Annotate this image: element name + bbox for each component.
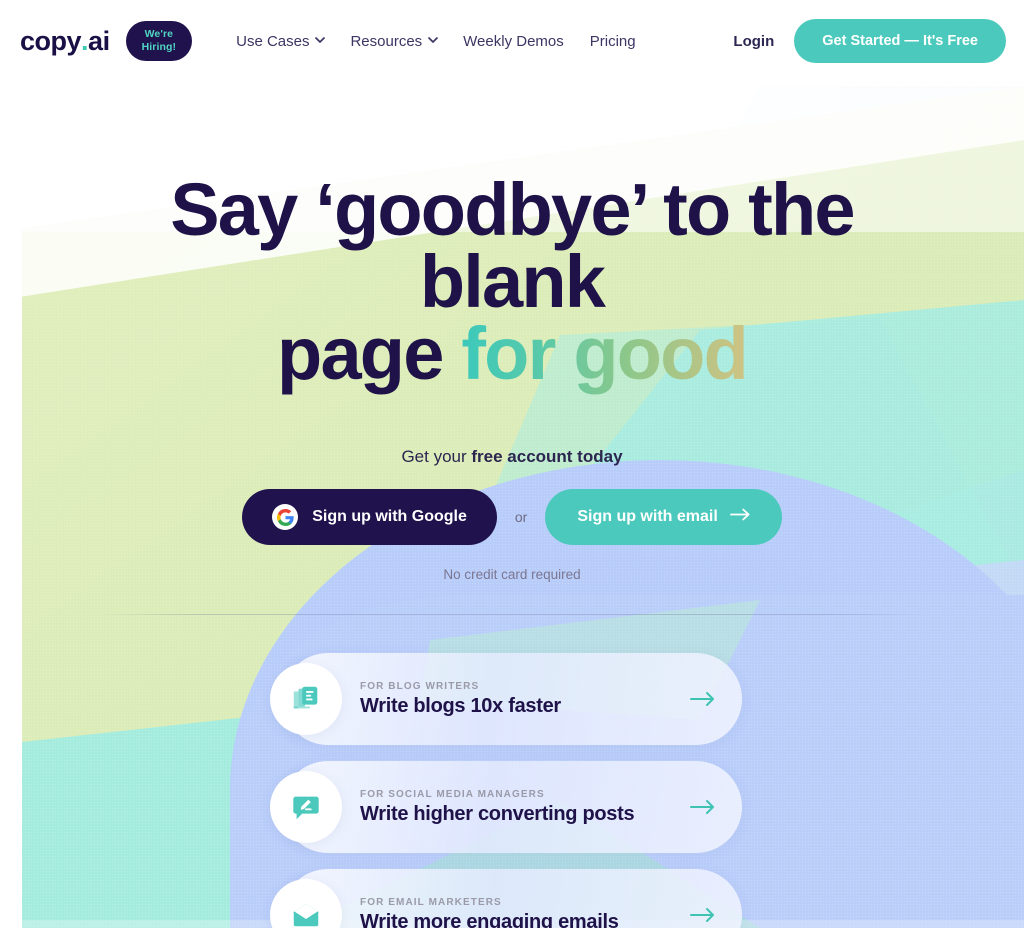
sign-up-with-email-button[interactable]: Sign up with email (545, 489, 782, 546)
card-text: FOR EMAIL MARKETERS Write more engaging … (360, 897, 690, 928)
arrow-right-icon (729, 508, 750, 526)
main-navigation: Use Cases Resources Weekly Demos Pricing (236, 33, 636, 50)
chat-pencil-icon (270, 771, 342, 844)
nav-item-use-cases[interactable]: Use Cases (236, 32, 326, 50)
nav-item-pricing[interactable]: Pricing (590, 33, 636, 50)
use-case-cards: FOR BLOG WRITERS Write blogs 10x faster … (270, 653, 742, 928)
nav-label: Use Cases (236, 32, 310, 50)
signup-subtitle: Get your free account today (0, 447, 1024, 467)
card-eyebrow: FOR EMAIL MARKETERS (360, 896, 502, 908)
arrow-right-icon[interactable] (690, 799, 716, 815)
card-title: Write more engaging emails (360, 910, 619, 928)
documents-icon (270, 663, 342, 736)
card-title: Write higher converting posts (360, 802, 635, 825)
arrow-right-icon[interactable] (690, 907, 716, 923)
use-case-card-blog-writers[interactable]: FOR BLOG WRITERS Write blogs 10x faster (270, 653, 742, 746)
card-title: Write blogs 10x faster (360, 694, 561, 717)
hero-section: Say ‘goodbye’ to the blank page for good… (0, 173, 1024, 616)
get-started-button[interactable]: Get Started — It's Free (794, 19, 1006, 63)
card-eyebrow: FOR SOCIAL MEDIA MANAGERS (360, 788, 545, 800)
arrow-right-icon[interactable] (690, 691, 716, 707)
nav-label: Weekly Demos (463, 32, 564, 50)
google-g-icon (272, 504, 299, 531)
no-credit-card-note: No credit card required (443, 567, 581, 583)
use-case-card-email-marketers[interactable]: FOR EMAIL MARKETERS Write more engaging … (270, 869, 742, 928)
logo-text: copy (20, 25, 82, 56)
logo-dot: . (81, 25, 89, 56)
landing-page: copy. ai We're Hiring! Use Cases Resource… (0, 0, 1024, 928)
email-button-label: Sign up with email (577, 508, 718, 526)
nav-item-resources[interactable]: Resources (350, 32, 439, 50)
section-divider (97, 614, 927, 616)
use-case-card-social-media-managers[interactable]: FOR SOCIAL MEDIA MANAGERS Write higher c… (270, 761, 742, 854)
card-eyebrow: FOR BLOG WRITERS (360, 680, 480, 692)
headline-line-1: Say ‘goodbye’ to the blank (170, 168, 855, 323)
nav-label: Resources (350, 32, 423, 50)
card-text: FOR SOCIAL MEDIA MANAGERS Write higher c… (360, 789, 690, 826)
logo-copyai[interactable]: copy. ai (20, 26, 110, 57)
login-link[interactable]: Login (733, 33, 774, 50)
headline-line-2-gradient: for good (461, 311, 748, 395)
nav-item-weekly-demos[interactable]: Weekly Demos (463, 33, 564, 50)
sign-up-with-google-button[interactable]: Sign up with Google (242, 489, 497, 546)
subtitle-prefix: Get your (401, 447, 472, 467)
logo-suffix: ai (88, 25, 110, 56)
card-text: FOR BLOG WRITERS Write blogs 10x faster (360, 681, 690, 718)
subtitle-strong: free account today (471, 447, 623, 467)
chevron-down-icon (315, 36, 326, 46)
nav-label: Pricing (589, 32, 636, 50)
headline-line-2-plain: page (277, 311, 462, 395)
or-separator: or (514, 509, 528, 526)
chevron-down-icon (428, 36, 439, 46)
hiring-badge[interactable]: We're Hiring! (125, 20, 193, 62)
site-header: copy. ai We're Hiring! Use Cases Resource… (0, 0, 1024, 82)
signup-buttons-row: Sign up with Google or Sign up with emai… (0, 489, 1024, 546)
google-button-label: Sign up with Google (312, 508, 467, 526)
page-title: Say ‘goodbye’ to the blank page for good (0, 173, 1024, 390)
